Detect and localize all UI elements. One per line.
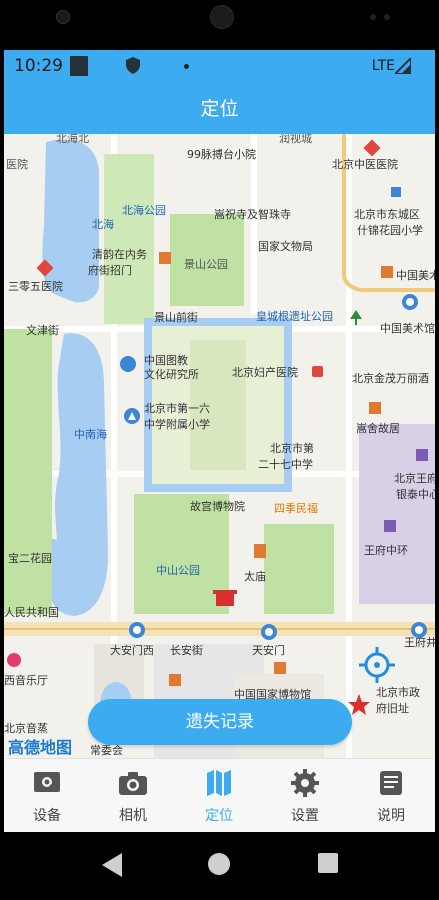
map-label: 中学附属小学 [144, 418, 210, 431]
tab-label: 说明 [377, 808, 405, 824]
map-label: 嵩舍故居 [356, 422, 400, 435]
map-label: 景山公园 [184, 258, 228, 271]
map-icon [207, 770, 231, 796]
tab-location[interactable]: 定位 [176, 759, 262, 833]
map-label: 北京市第一六 [144, 402, 210, 415]
map-label: 北京金茂万丽酒 [352, 372, 429, 385]
back-icon[interactable] [100, 852, 124, 878]
document-icon [380, 771, 402, 795]
map-label: 国家文物局 [258, 240, 313, 253]
map-label: 什锦花园小学 [357, 224, 423, 237]
map-label: 皇城根遗址公园 [256, 310, 333, 323]
shield-icon [126, 57, 140, 74]
tab-settings[interactable]: 设置 [262, 759, 348, 833]
map-label: 三零五医院 [8, 280, 63, 293]
map-label: 北京中医医院 [332, 158, 398, 171]
map-label: 北海北 [56, 134, 89, 145]
map-view[interactable]: 北海北 医院 99脉搏台小院 润视城 北京中医医院 北京市东城区 什锦花园小学 … [4, 134, 435, 758]
network-type: LTE [371, 58, 395, 74]
gear-icon [291, 769, 319, 797]
phone-top-bezel [0, 0, 439, 50]
map-label: 北京市第 [270, 442, 314, 455]
map-label: 大安门西 [110, 644, 154, 657]
map-label: 北京市东城区 [354, 208, 420, 221]
map-label: 中山公园 [156, 564, 200, 577]
tab-camera[interactable]: 相机 [90, 759, 176, 833]
tab-instructions[interactable]: 说明 [348, 759, 434, 833]
lost-records-button[interactable]: 遗失记录 [88, 699, 352, 745]
status-time: 10:29 [14, 56, 63, 76]
camera-icon [119, 772, 147, 795]
map-label: 北京市政 [376, 686, 420, 699]
map-label: 文津街 [26, 324, 59, 337]
map-label: 嵩祝寺及智珠寺 [214, 208, 291, 221]
map-label: 文化研究所 [144, 368, 199, 381]
map-label: 润视城 [279, 134, 312, 145]
map-label: 清韵在内务 [92, 248, 147, 261]
map-label: 西音乐厅 [4, 674, 48, 687]
map-label: 府街招门 [88, 264, 132, 277]
earpiece-speaker [210, 5, 234, 29]
home-icon[interactable] [208, 853, 230, 875]
map-label: 北京王府 [394, 472, 435, 485]
tab-label: 设置 [291, 808, 319, 824]
map-label: 二十七中学 [258, 458, 313, 471]
map-label: 银泰中心 [396, 488, 435, 501]
map-label: 99脉搏台小院 [187, 148, 256, 161]
recent-apps-icon[interactable] [318, 853, 338, 873]
map-label: 北海 [92, 218, 114, 231]
signal-icon [395, 58, 411, 74]
map-label: 四季民福 [274, 502, 318, 515]
notification-dot-icon [184, 64, 189, 69]
page-title: 定位 [4, 84, 435, 134]
map-label: 长安街 [170, 644, 203, 657]
locate-me-icon[interactable] [359, 647, 395, 683]
map-label: 天安门 [252, 644, 285, 657]
map-label: 王府井 [404, 636, 435, 649]
system-navigation-bar [0, 832, 439, 900]
map-label: 北京妇产医院 [232, 366, 298, 379]
bottom-tab-bar: 设备 相机 定位 设置 说明 [4, 758, 435, 833]
notification-icon [70, 56, 88, 76]
map-label: 中南海 [74, 428, 107, 441]
map-attribution-logo: 高德地图 [8, 738, 73, 757]
tab-label: 相机 [119, 808, 147, 824]
map-label: 宝二花园 [8, 552, 52, 565]
map-label: 北海公园 [122, 204, 166, 217]
map-label: 中国美术馆 [380, 322, 435, 335]
map-label: 故宫博物院 [190, 500, 245, 513]
map-label: 太庙 [244, 570, 266, 583]
status-bar: 10:29 LTE [4, 50, 435, 84]
device-icon [34, 772, 60, 792]
front-camera [56, 10, 70, 24]
map-label: 中国美术 [396, 269, 435, 282]
sensor-dot [370, 14, 376, 20]
map-label: 医院 [6, 158, 28, 171]
tab-label: 定位 [205, 808, 233, 824]
map-label: 王府中环 [364, 544, 408, 557]
tab-label: 设备 [33, 808, 61, 824]
sensor-dot [384, 14, 390, 20]
map-label: 人民共和国 [4, 606, 59, 619]
map-label: 府旧址 [376, 702, 409, 715]
tab-device[interactable]: 设备 [4, 759, 90, 833]
map-label: 景山前街 [154, 311, 198, 324]
